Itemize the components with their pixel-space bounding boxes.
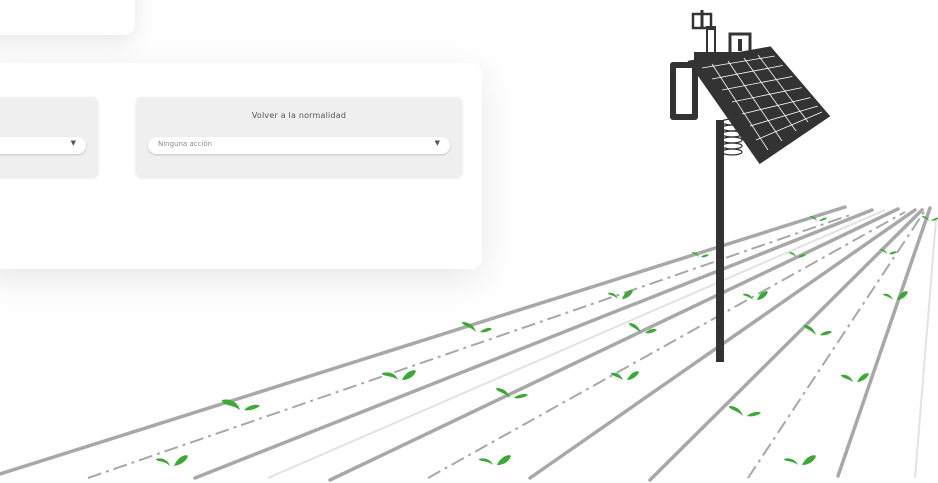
panel-title: do [0,111,98,120]
caret-down-icon: ▼ [70,139,76,147]
panel-title-normality: Volver a la normalidad [251,111,347,120]
settings-card: do ▼ Volver a la normalidad Ninguna acci… [0,63,482,269]
action-panel-normality: Volver a la normalidad Ninguna acción ▼ [136,97,462,177]
caret-down-icon: ▼ [434,139,440,147]
action-panel-left: do ▼ [0,97,98,177]
weather-station-icon [670,10,831,362]
action-select-left[interactable]: ▼ [0,137,86,154]
select-value-normality: Ninguna acción [158,140,213,148]
top-card [0,0,135,35]
normality-action-select[interactable]: Ninguna acción ▼ [148,137,450,154]
